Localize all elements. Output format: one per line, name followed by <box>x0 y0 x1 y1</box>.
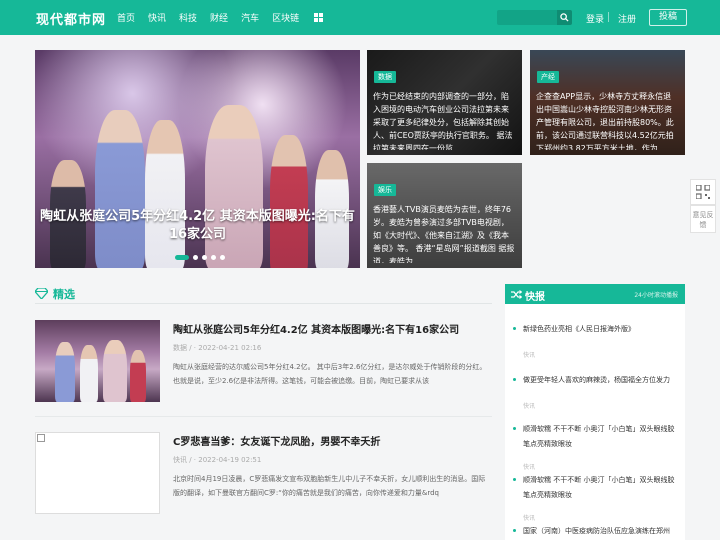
search-icon <box>560 13 569 22</box>
featured-header: 精选 <box>35 284 492 304</box>
bullet-dot <box>513 529 516 532</box>
flash-item-text[interactable]: 新绿色药业亮相《人民日报海外版》 <box>523 322 679 337</box>
flash-item-time: 快讯 <box>523 464 536 471</box>
hero-slider[interactable]: 陶虹从张庭公司5年分红4.2亿 其资本版图曝光:名下有16家公司 <box>35 50 360 268</box>
flash-item-time: 快讯 <box>523 515 536 522</box>
flash-item-text[interactable]: 国家（河南）中医疫病防治队伍应急演练在郑州 <box>523 524 679 539</box>
hero-title[interactable]: 陶虹从张庭公司5年分红4.2亿 其资本版图曝光:名下有16家公司 <box>35 208 360 244</box>
article-title[interactable]: C罗悲喜当爹：女友诞下龙凤胎，男婴不幸夭折 <box>173 433 380 448</box>
category-tag[interactable]: 数据 <box>374 71 396 83</box>
article-thumbnail[interactable] <box>35 432 160 514</box>
bullet-dot <box>513 378 516 381</box>
nav-home[interactable]: 首页 <box>117 11 135 24</box>
article-meta: 数据 / · 2022-04-21 02:16 <box>173 344 262 352</box>
category-tag[interactable]: 娱乐 <box>374 184 396 196</box>
slider-dot[interactable] <box>211 255 216 260</box>
slider-dot[interactable] <box>193 255 198 260</box>
flash-item[interactable]: 顺滑软糯 不干不断 小奥汀「小白笔」双头眼线胶笔点亮精致眼妆 快讯 <box>505 473 685 523</box>
nav-tech[interactable]: 科技 <box>179 11 197 24</box>
login-link[interactable]: 登录 <box>586 12 604 25</box>
header-divider <box>608 12 609 22</box>
nav-auto[interactable]: 汽车 <box>241 11 259 24</box>
bullet-dot <box>513 427 516 430</box>
nav-flash[interactable]: 快讯 <box>148 11 166 24</box>
flash-item[interactable]: 做更受年轻人喜欢的麻辣烫，杨国福全方位发力 快讯 <box>505 373 685 413</box>
article-item[interactable]: C罗悲喜当爹：女友诞下龙凤胎，男婴不幸夭折 快讯 / · 2022-04-19 … <box>35 432 492 514</box>
diamond-icon <box>35 288 48 299</box>
qr-code-button[interactable] <box>690 179 716 205</box>
nav-blockchain[interactable]: 区块链 <box>272 11 299 24</box>
slider-dot[interactable] <box>220 255 225 260</box>
post-button[interactable]: 投稿 <box>649 9 687 26</box>
article-summary: 北京时间4月19日凌晨，C罗悲痛发文宣布双胞胎新生儿中儿子不幸夭折，女儿顺利出生… <box>173 475 486 497</box>
main-nav: 首页 快讯 科技 财经 汽车 区块链 <box>117 0 324 35</box>
category-tag[interactable]: 产经 <box>537 71 559 83</box>
card-text: 香港藝人TVB演员麦皓为去世，终年76岁。麦皓为曾参演过多部TVB电视剧，如《大… <box>373 205 515 263</box>
flash-title: 快报 <box>525 292 545 303</box>
flash-item-time: 快讯 <box>523 352 536 359</box>
site-logo[interactable]: 现代都市网 <box>36 9 106 28</box>
bullet-dot <box>513 478 516 481</box>
flash-header: 快报 24小时滚动播报 <box>505 284 685 304</box>
flash-item[interactable]: 国家（河南）中医疫病防治队伍应急演练在郑州 <box>505 524 685 540</box>
article-title[interactable]: 陶虹从张庭公司5年分红4.2亿 其资本版图曝光:名下有16家公司 <box>173 321 459 336</box>
flash-item-time: 快讯 <box>523 403 536 410</box>
shuffle-icon <box>511 290 522 299</box>
bullet-dot <box>513 327 516 330</box>
news-card[interactable]: 娱乐 香港藝人TVB演员麦皓为去世，终年76岁。麦皓为曾参演过多部TVB电视剧，… <box>367 163 522 268</box>
qr-code-icon <box>696 185 710 199</box>
card-text: 作为已经结束的内部调查的一部分，陷入困境的电动汽车创业公司法拉第未来采取了更多纪… <box>373 92 513 150</box>
section-title: 精选 <box>53 288 75 301</box>
grid-menu-icon[interactable] <box>314 13 324 22</box>
nav-finance[interactable]: 财经 <box>210 11 228 24</box>
flash-item-text[interactable]: 顺滑软糯 不干不断 小奥汀「小白笔」双头眼线胶笔点亮精致眼妆 <box>523 422 679 452</box>
search-input[interactable] <box>497 10 557 25</box>
article-thumbnail[interactable] <box>35 320 160 402</box>
article-meta: 快讯 / · 2022-04-19 02:51 <box>173 456 262 464</box>
top-header: 现代都市网 首页 快讯 科技 财经 汽车 区块链 登录 注册 投稿 <box>0 0 720 35</box>
flash-item-text[interactable]: 顺滑软糯 不干不断 小奥汀「小白笔」双头眼线胶笔点亮精致眼妆 <box>523 473 679 503</box>
search-button[interactable] <box>557 10 572 25</box>
flash-item[interactable]: 顺滑软糯 不干不断 小奥汀「小白笔」双头眼线胶笔点亮精致眼妆 快讯 <box>505 422 685 472</box>
card-text: 企查查APP显示，少林寺方丈释永信退出中国嵩山少林寺控股河南少林无形资产管理有限… <box>536 92 674 150</box>
feedback-button[interactable]: 意见反馈 <box>690 205 716 233</box>
slider-dot[interactable] <box>175 255 189 260</box>
slider-dots <box>175 255 225 260</box>
broken-image-icon <box>37 434 45 442</box>
slider-dot[interactable] <box>202 255 207 260</box>
news-card[interactable]: 产经 企查查APP显示，少林寺方丈释永信退出中国嵩山少林寺控股河南少林无形资产管… <box>530 50 685 155</box>
flash-item-text[interactable]: 做更受年轻人喜欢的麻辣烫，杨国福全方位发力 <box>523 373 679 388</box>
news-card[interactable]: 数据 作为已经结束的内部调查的一部分，陷入困境的电动汽车创业公司法拉第未来采取了… <box>367 50 522 155</box>
flash-news-panel: 快报 24小时滚动播报 新绿色药业亮相《人民日报海外版》 快讯 做更受年轻人喜欢… <box>505 284 685 540</box>
article-divider <box>35 416 492 417</box>
article-item[interactable]: 陶虹从张庭公司5年分红4.2亿 其资本版图曝光:名下有16家公司 数据 / · … <box>35 320 492 402</box>
flash-item[interactable]: 新绿色药业亮相《人民日报海外版》 快讯 <box>505 322 685 362</box>
flash-subtitle: 24小时滚动播报 <box>634 292 678 299</box>
article-summary: 陶虹从张庭经营的达尔威公司5年分红4.2亿。 其中后3年2.6亿分红，是达尔威处… <box>173 363 487 385</box>
register-link[interactable]: 注册 <box>618 12 636 25</box>
